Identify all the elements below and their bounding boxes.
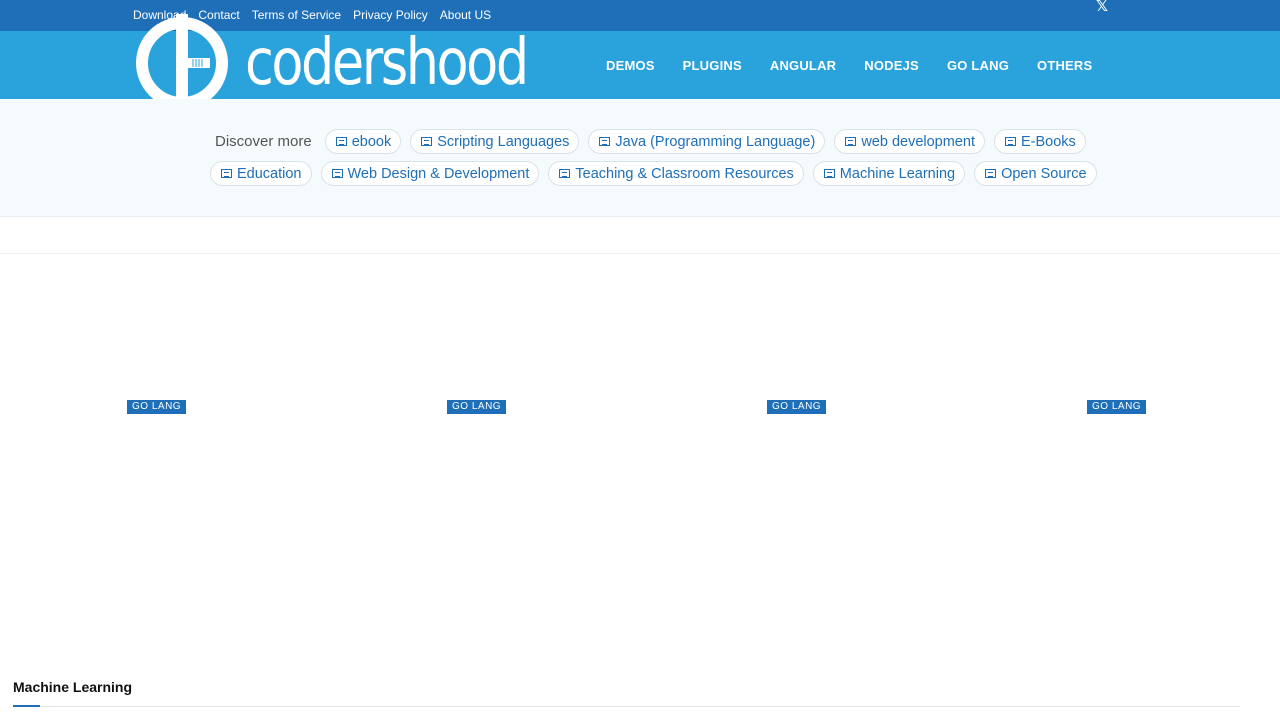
topic-label: web development [861, 133, 975, 150]
topic-pill[interactable]: Java (Programming Language) [588, 129, 826, 154]
nav-golang[interactable]: GO LANG [933, 58, 1023, 73]
nav-plugins[interactable]: PLUGINS [669, 58, 756, 73]
article-icon [559, 169, 571, 178]
nav-others[interactable]: OTHERS [1023, 58, 1106, 73]
terms-link[interactable]: Terms of Service [252, 8, 341, 22]
nav-demos[interactable]: DEMOS [592, 58, 669, 73]
category-tag[interactable]: GO LANG [127, 400, 187, 414]
article-icon [221, 169, 232, 178]
x-icon[interactable]: 𝕏 [1096, 0, 1110, 14]
topic-pill[interactable]: ebook [324, 129, 402, 154]
discover-row: Education Web Design & Development Teach… [210, 161, 1097, 186]
topic-label: Web Design & Development [347, 165, 530, 182]
article-icon [599, 137, 611, 146]
divider [13, 706, 1240, 707]
topic-pill[interactable]: web development [834, 129, 985, 154]
article-icon [421, 137, 433, 146]
article-icon [1004, 137, 1016, 146]
main-nav: DEMOS PLUGINS ANGULAR NODEJS GO LANG OTH… [592, 58, 1106, 73]
discover-more-panel: Discover more ebook Scripting Languages … [0, 99, 1280, 217]
nav-angular[interactable]: ANGULAR [756, 58, 850, 73]
category-tag[interactable]: GO LANG [1087, 400, 1147, 414]
topic-pill[interactable]: E-Books [993, 129, 1086, 154]
logo-icon[interactable] [133, 14, 231, 99]
topic-pill[interactable]: Scripting Languages [410, 129, 580, 154]
site-header: codershood DEMOS PLUGINS ANGULAR NODEJS … [0, 14, 1280, 99]
section-accent [13, 705, 40, 707]
topic-label: Education [237, 165, 302, 182]
topic-label: Teaching & Classroom Resources [575, 165, 794, 182]
topic-pill[interactable]: Open Source [974, 161, 1097, 186]
topic-pill[interactable]: Machine Learning [812, 161, 966, 186]
topic-pill[interactable]: Web Design & Development [320, 161, 540, 186]
article-icon [985, 169, 997, 178]
discover-row: Discover more ebook Scripting Languages … [215, 129, 1086, 154]
topic-label: E-Books [1020, 133, 1076, 150]
article-icon [331, 169, 343, 178]
topic-label: Java (Programming Language) [615, 133, 816, 150]
category-tag[interactable]: GO LANG [767, 400, 827, 414]
article-icon [823, 169, 835, 178]
category-tag[interactable]: GO LANG [447, 400, 507, 414]
topic-pill[interactable]: Education [210, 161, 312, 186]
topic-pill[interactable]: Teaching & Classroom Resources [548, 161, 804, 186]
topic-label: Scripting Languages [437, 133, 570, 150]
topic-label: ebook [351, 133, 392, 150]
article-icon [845, 137, 857, 146]
nav-nodejs[interactable]: NODEJS [850, 58, 933, 73]
section-title: Machine Learning [13, 679, 133, 695]
topic-label: Machine Learning [839, 165, 956, 182]
discover-label: Discover more [215, 133, 312, 150]
article-icon [335, 137, 347, 146]
logo-text[interactable]: codershood [245, 31, 529, 95]
topic-label: Open Source [1001, 165, 1087, 182]
divider [0, 253, 1280, 254]
about-link[interactable]: About US [440, 8, 491, 22]
privacy-link[interactable]: Privacy Policy [353, 8, 428, 22]
